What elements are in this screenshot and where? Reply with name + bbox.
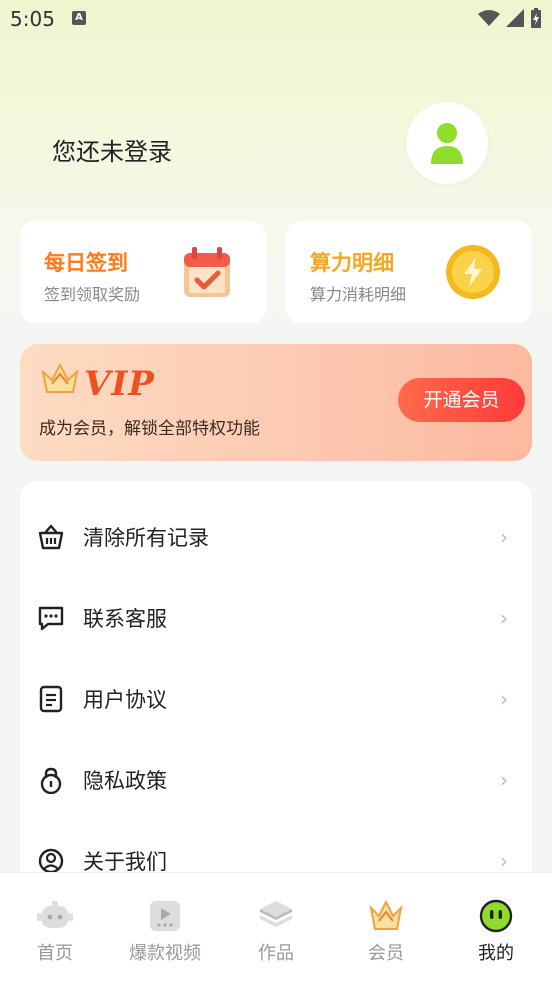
video-icon xyxy=(150,901,180,931)
menu-item-label: 隐私政策 xyxy=(83,769,167,793)
user-circle-icon xyxy=(38,848,64,874)
tab-membership[interactable]: 会员 xyxy=(331,873,441,983)
compute-title: 算力明细 xyxy=(310,251,394,275)
menu-item-label: 联系客服 xyxy=(83,607,167,631)
chevron-right-icon: › xyxy=(500,768,508,792)
menu-item-clear-records[interactable]: 清除所有记录 › xyxy=(20,507,532,567)
tab-label: 作品 xyxy=(258,943,294,964)
bottom-tab-bar: 首页 爆款视频 作品 会员 我的 xyxy=(0,872,552,983)
settings-menu: 清除所有记录 › 联系客服 › 用户协议 › 隐私政策 › 关于我们 › xyxy=(20,481,532,911)
tab-label: 爆款视频 xyxy=(129,943,201,964)
compute-subtitle: 算力消耗明细 xyxy=(310,285,407,304)
battery-icon xyxy=(531,8,541,28)
crown-icon xyxy=(369,899,403,930)
vip-banner[interactable]: VIP 成为会员，解锁全部特权功能 开通会员 xyxy=(20,344,532,461)
status-bar: 5:05 A xyxy=(0,0,552,36)
basket-icon xyxy=(38,524,64,550)
lightning-coin-icon xyxy=(446,245,500,299)
chevron-right-icon: › xyxy=(500,525,508,549)
tab-trending-videos[interactable]: 爆款视频 xyxy=(110,873,220,983)
tab-mine[interactable]: 我的 xyxy=(441,873,551,983)
chevron-right-icon: › xyxy=(500,849,508,873)
menu-item-label: 用户协议 xyxy=(83,688,167,712)
document-icon xyxy=(39,685,63,713)
tab-works[interactable]: 作品 xyxy=(221,873,331,983)
status-icons xyxy=(478,8,542,28)
vip-badge: VIP xyxy=(84,364,155,404)
profile-header: 您还未登录 xyxy=(0,90,552,200)
tab-home[interactable]: 首页 xyxy=(0,873,110,983)
chevron-right-icon: › xyxy=(500,606,508,630)
compute-detail-card[interactable]: 算力明细 算力消耗明细 xyxy=(286,221,532,323)
tab-label: 首页 xyxy=(37,943,73,964)
avatar[interactable] xyxy=(406,102,488,184)
tab-label: 我的 xyxy=(478,943,514,964)
chevron-right-icon: › xyxy=(500,687,508,711)
tab-label: 会员 xyxy=(368,943,404,964)
wifi-icon xyxy=(478,10,500,26)
notification-icon: A xyxy=(72,11,86,25)
calendar-check-icon xyxy=(184,247,230,297)
checkin-title: 每日签到 xyxy=(44,251,128,275)
chat-bubble-icon xyxy=(38,606,64,631)
vip-description: 成为会员，解锁全部特权功能 xyxy=(39,419,260,439)
open-membership-button[interactable]: 开通会员 xyxy=(398,378,525,422)
menu-item-contact-support[interactable]: 联系客服 › xyxy=(20,588,532,648)
menu-item-privacy-policy[interactable]: 隐私政策 › xyxy=(20,750,532,810)
login-prompt[interactable]: 您还未登录 xyxy=(52,132,172,167)
signal-icon xyxy=(506,9,524,27)
lock-icon xyxy=(40,767,62,794)
status-time: 5:05 xyxy=(10,7,55,31)
checkin-subtitle: 签到领取奖励 xyxy=(44,285,141,304)
daily-checkin-card[interactable]: 每日签到 签到领取奖励 xyxy=(20,221,266,323)
user-icon xyxy=(431,123,463,164)
smiley-face-icon xyxy=(479,899,513,933)
menu-item-user-agreement[interactable]: 用户协议 › xyxy=(20,669,532,729)
robot-icon xyxy=(37,901,73,928)
crown-icon xyxy=(41,362,79,393)
menu-item-label: 清除所有记录 xyxy=(83,526,209,550)
layers-icon xyxy=(260,901,292,927)
